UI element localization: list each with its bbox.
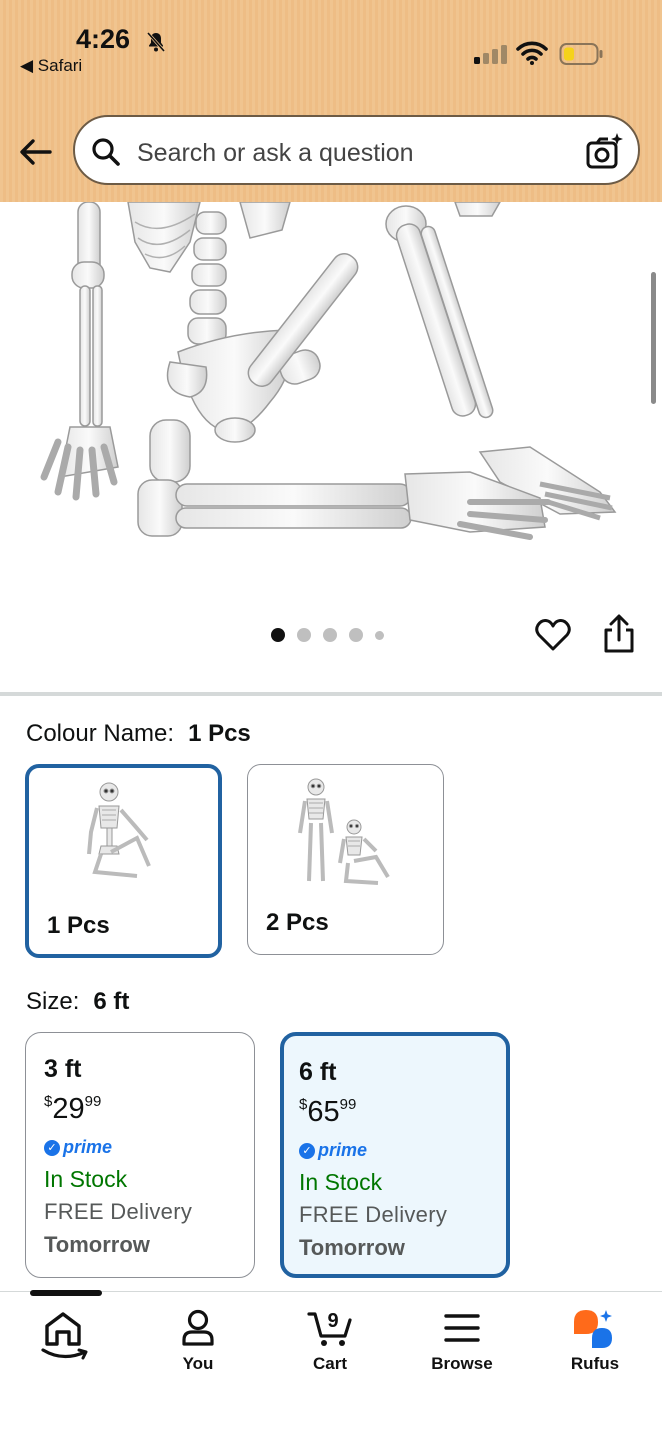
nav-label: Browse bbox=[431, 1354, 493, 1373]
size-selected-value: 6 ft bbox=[93, 988, 130, 1015]
stock-status: In Stock bbox=[44, 1166, 128, 1192]
bell-muted-icon bbox=[146, 32, 166, 52]
prime-label: prime bbox=[318, 1140, 368, 1160]
search-placeholder: Search or ask a question bbox=[137, 139, 414, 167]
price-whole: 29 bbox=[52, 1093, 85, 1125]
stock-status: In Stock bbox=[299, 1169, 383, 1195]
price-whole: 65 bbox=[307, 1096, 340, 1128]
delivery-day: Tomorrow bbox=[299, 1235, 405, 1260]
delivery-info: FREE Delivery bbox=[299, 1202, 448, 1227]
prime-label: prime bbox=[63, 1137, 113, 1157]
battery-icon bbox=[559, 43, 603, 65]
size-option-3-ft[interactable]: 3 ft $2999 ✓ prime In Stock FREE Delivery… bbox=[25, 1032, 255, 1278]
nav-label: Rufus bbox=[570, 1354, 620, 1373]
price-fraction: 99 bbox=[84, 1093, 102, 1110]
prime-check-icon: ✓ bbox=[299, 1142, 315, 1159]
carousel-dot[interactable] bbox=[271, 628, 285, 642]
colour-selected-value: 1 Pcs bbox=[188, 720, 251, 747]
cart-icon: 9 bbox=[307, 1310, 352, 1346]
back-to-app[interactable]: ◀ Safari bbox=[20, 56, 82, 76]
back-app-label: Safari bbox=[37, 56, 83, 75]
size-option-6-ft[interactable]: 6 ft $6599 ✓ prime In Stock FREE Delivery… bbox=[280, 1032, 510, 1278]
nav-browse[interactable]: Browse bbox=[402, 1292, 522, 1402]
carousel-dot[interactable] bbox=[297, 628, 311, 642]
heart-icon[interactable] bbox=[534, 616, 572, 654]
colour-name-label: Colour Name: 1 Pcs bbox=[26, 720, 251, 748]
price: $2999 bbox=[44, 1093, 101, 1126]
carousel-dot[interactable] bbox=[349, 628, 363, 642]
wifi-icon bbox=[516, 41, 548, 65]
skeletons-pair-thumbnail bbox=[298, 778, 390, 885]
cart-count-badge: 9 bbox=[327, 1310, 338, 1332]
nav-cart[interactable]: 9 Cart bbox=[270, 1292, 390, 1402]
size-label: Size: 6 ft bbox=[26, 988, 129, 1016]
nav-rufus[interactable]: Rufus bbox=[535, 1292, 655, 1402]
prime-badge: ✓ prime bbox=[299, 1140, 367, 1161]
bottom-nav: You 9 Cart Browse Rufus bbox=[0, 1291, 662, 1440]
skeleton-image bbox=[40, 202, 617, 540]
home-icon bbox=[41, 1312, 88, 1360]
size-label-text: Size: bbox=[26, 988, 80, 1015]
back-arrow-icon[interactable] bbox=[18, 134, 54, 170]
app-header: 4:26 ◀ Safari Search or ask a question bbox=[0, 0, 662, 202]
menu-icon bbox=[444, 1314, 480, 1342]
page-scrollbar[interactable] bbox=[651, 272, 656, 404]
section-divider bbox=[0, 692, 662, 696]
camera-search-icon[interactable] bbox=[584, 131, 624, 171]
colour-label-text: Colour Name: bbox=[26, 720, 175, 747]
nav-label: Cart bbox=[312, 1354, 347, 1373]
rufus-icon bbox=[574, 1310, 612, 1348]
prime-badge: ✓ prime bbox=[44, 1137, 112, 1158]
search-input[interactable]: Search or ask a question bbox=[73, 115, 640, 185]
nav-you[interactable]: You bbox=[138, 1292, 258, 1402]
carousel-dots[interactable] bbox=[271, 628, 384, 642]
product-image[interactable] bbox=[0, 202, 662, 600]
size-option-label: 6 ft bbox=[299, 1058, 337, 1086]
size-option-label: 3 ft bbox=[44, 1055, 82, 1083]
status-time: 4:26 bbox=[76, 24, 131, 54]
signal-icon bbox=[474, 45, 507, 64]
price: $6599 bbox=[299, 1096, 356, 1129]
delivery-info: FREE Delivery bbox=[44, 1199, 193, 1224]
colour-option-label: 2 Pcs bbox=[266, 909, 329, 936]
share-icon[interactable] bbox=[602, 614, 636, 654]
nav-home[interactable] bbox=[6, 1292, 126, 1402]
price-fraction: 99 bbox=[339, 1096, 357, 1113]
prime-check-icon: ✓ bbox=[44, 1139, 60, 1156]
user-icon bbox=[182, 1309, 214, 1346]
colour-option-1-pcs[interactable]: 1 Pcs bbox=[25, 764, 222, 958]
colour-option-label: 1 Pcs bbox=[47, 912, 110, 939]
delivery-day: Tomorrow bbox=[44, 1232, 150, 1257]
skeleton-thumbnail bbox=[87, 782, 151, 878]
colour-option-2-pcs[interactable]: 2 Pcs bbox=[247, 764, 444, 955]
nav-label: You bbox=[182, 1354, 214, 1373]
search-icon bbox=[92, 138, 120, 166]
active-tab-indicator bbox=[30, 1290, 102, 1296]
carousel-dot[interactable] bbox=[375, 630, 384, 640]
carousel-dot[interactable] bbox=[323, 628, 337, 642]
